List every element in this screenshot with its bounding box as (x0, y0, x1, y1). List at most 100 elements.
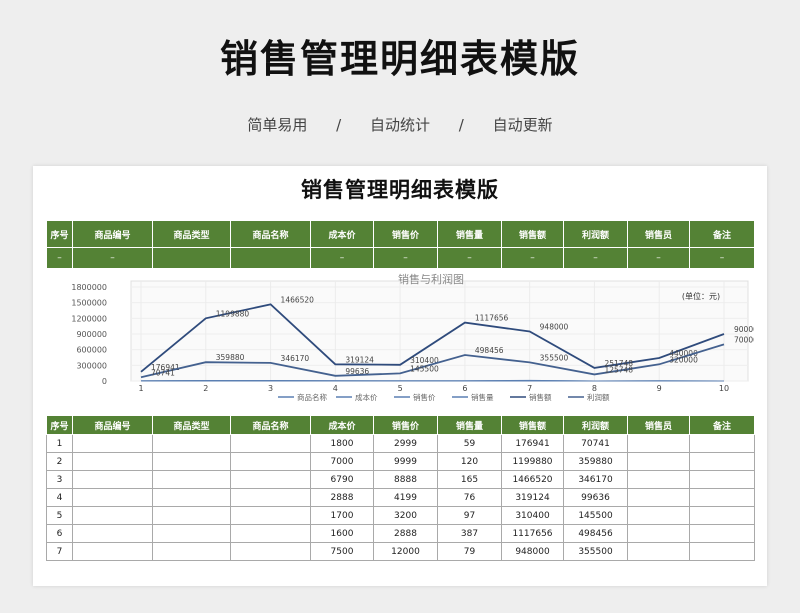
x-tick-label: 3 (268, 384, 273, 393)
column-header-product-type: 商品类型 (152, 415, 231, 435)
table-row: 3 6790 8888 165 1466520 346170 (46, 470, 755, 489)
column-header-sales-amount: 销售额 (501, 220, 564, 248)
summary-cell: – (310, 247, 374, 269)
cell-product-type (152, 542, 231, 561)
chart-canvas: 销售与利润图(单位：元)0300000600000900000120000015… (71, 272, 762, 402)
summary-cell: – (46, 247, 73, 269)
legend-label: 商品名称 (297, 392, 327, 402)
cell-remark (689, 506, 755, 525)
cell-remark (689, 524, 755, 543)
column-header-sale-price: 销售价 (373, 220, 438, 248)
cell-profit-amount: 70741 (563, 434, 628, 453)
feature-tags: 简单易用 / 自动统计 / 自动更新 (0, 114, 800, 135)
cell-sales-amount: 319124 (501, 488, 564, 507)
cell-sale-price: 3200 (373, 506, 438, 525)
cell-remark (689, 488, 755, 507)
cell-remark (689, 452, 755, 471)
summary-cell (152, 247, 231, 269)
summary-cell: – (627, 247, 690, 269)
x-tick-label: 7 (527, 384, 532, 393)
cell-profit-amount: 355500 (563, 542, 628, 561)
cell-product-name (230, 452, 311, 471)
cell-salesperson (627, 542, 690, 561)
cell-profit-amount: 498456 (563, 524, 628, 543)
cell-cost-price: 7500 (310, 542, 374, 561)
column-header-index: 序号 (46, 220, 73, 248)
column-header-product-type: 商品类型 (152, 220, 231, 248)
cell-sale-price: 2999 (373, 434, 438, 453)
x-tick-label: 8 (592, 384, 597, 393)
cell-product-name (230, 524, 311, 543)
legend-label: 销售额 (529, 392, 552, 402)
summary-cell: – (373, 247, 438, 269)
cell-salesperson (627, 452, 690, 471)
x-tick-label: 4 (333, 384, 338, 393)
plot-area (130, 280, 749, 382)
column-header-product-name: 商品名称 (230, 415, 311, 435)
y-tick-label: 1800000 (71, 283, 107, 292)
cell-sale-price: 12000 (373, 542, 438, 561)
detail-table: 序号 商品编号 商品类型 商品名称 成本价 销售价 销售量 销售额 利润额 销售员 备注 1 1800… (46, 415, 755, 561)
x-tick-label: 5 (398, 384, 403, 393)
cell-product-code (72, 542, 153, 561)
column-header-cost-price: 成本价 (310, 415, 374, 435)
column-header-sales-amount: 销售额 (501, 415, 564, 435)
cell-profit-amount: 99636 (563, 488, 628, 507)
cell-sale-price: 2888 (373, 524, 438, 543)
cell-remark (689, 542, 755, 561)
y-tick-label: 900000 (76, 330, 107, 339)
table-row: 6 1600 2888 387 1117656 498456 (46, 524, 755, 543)
cell-index: 2 (46, 452, 73, 471)
y-tick-label: 0 (102, 377, 107, 386)
summary-cell: – (563, 247, 628, 269)
y-tick-label: 600000 (76, 346, 107, 355)
cell-sales-amount: 176941 (501, 434, 564, 453)
x-tick-label: 2 (203, 384, 208, 393)
data-label: 320000 (669, 355, 698, 364)
x-tick-label: 9 (657, 384, 662, 393)
cell-product-name (230, 506, 311, 525)
cell-product-code (72, 506, 153, 525)
y-tick-label: 1200000 (71, 314, 107, 323)
table-row: 2 7000 9999 120 1199880 359880 (46, 452, 755, 471)
data-label: 359880 (216, 353, 245, 362)
summary-cell: – (437, 247, 502, 269)
cell-cost-price: 1800 (310, 434, 374, 453)
cell-cost-price: 1600 (310, 524, 374, 543)
legend-label: 成本价 (355, 392, 378, 402)
cell-salesperson (627, 434, 690, 453)
x-tick-label: 6 (462, 384, 467, 393)
cell-sales-amount: 948000 (501, 542, 564, 561)
cell-sales-qty: 59 (437, 434, 502, 453)
cell-salesperson (627, 506, 690, 525)
data-label: 145500 (410, 364, 439, 373)
data-label: 700000 (734, 335, 754, 344)
cell-index: 1 (46, 434, 73, 453)
cell-sales-qty: 387 (437, 524, 502, 543)
data-label: 498456 (475, 346, 504, 355)
column-header-remark: 备注 (689, 220, 755, 248)
cell-index: 4 (46, 488, 73, 507)
column-header-product-code: 商品编号 (72, 415, 153, 435)
column-header-sales-qty: 销售量 (437, 220, 502, 248)
sheet-title: 销售管理明细表模版 (301, 178, 499, 202)
data-label: 99636 (345, 367, 369, 376)
chart-unit-label: (单位：元) (682, 291, 720, 301)
column-header-remark: 备注 (689, 415, 755, 435)
cell-sale-price: 4199 (373, 488, 438, 507)
cell-sales-amount: 1466520 (501, 470, 564, 489)
chart-title: 销售与利润图 (398, 272, 464, 286)
table-row: 4 2888 4199 76 319124 99636 (46, 488, 755, 507)
cell-profit-amount: 359880 (563, 452, 628, 471)
cell-product-code (72, 452, 153, 471)
y-tick-label: 1500000 (71, 299, 107, 308)
column-header-salesperson: 销售员 (627, 220, 690, 248)
cell-cost-price: 2888 (310, 488, 374, 507)
cell-cost-price: 7000 (310, 452, 374, 471)
table-row: 7 7500 12000 79 948000 355500 (46, 542, 755, 561)
cell-product-name (230, 542, 311, 561)
summary-cell: – (72, 247, 153, 269)
cell-cost-price: 6790 (310, 470, 374, 489)
legend-label: 利润额 (587, 392, 610, 402)
cell-sales-qty: 120 (437, 452, 502, 471)
